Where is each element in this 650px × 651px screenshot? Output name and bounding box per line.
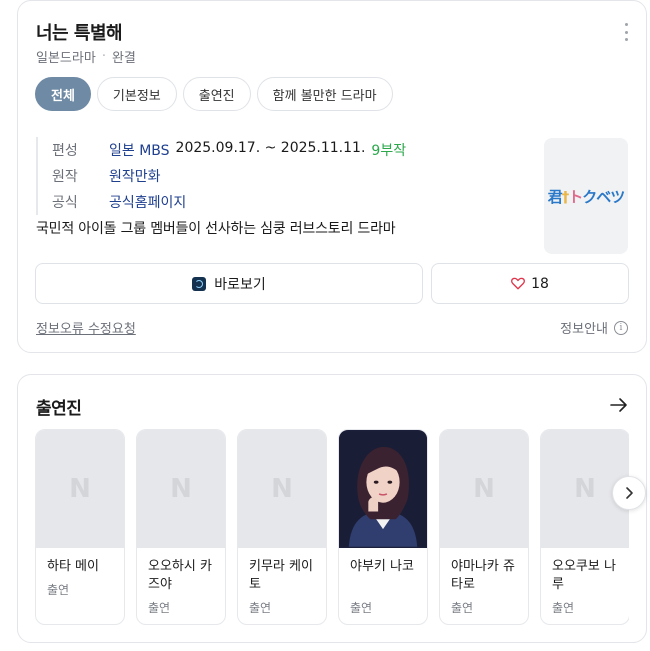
arrow-right-icon[interactable] bbox=[610, 397, 628, 413]
official-homepage-link[interactable]: 공식홈페이지 bbox=[109, 192, 186, 212]
tab-recommended[interactable]: 함께 볼만한 드라마 bbox=[256, 77, 393, 111]
cast-name: 키무라 케이토 bbox=[249, 559, 313, 592]
cast-name: 오오하시 카즈야 bbox=[148, 559, 212, 592]
tab-all[interactable]: 전체 bbox=[35, 77, 91, 111]
like-count: 18 bbox=[531, 275, 549, 292]
meta-original-key: 원작 bbox=[52, 169, 78, 185]
drama-poster[interactable]: 君†トクベツ bbox=[544, 138, 628, 254]
cast-name: 야마나카 쥬타로 bbox=[451, 559, 515, 592]
cast-item[interactable]: N 야마나카 쥬타로 출연 bbox=[439, 429, 529, 625]
cast-photo-placeholder: N bbox=[137, 430, 225, 548]
status-label: 완결 bbox=[111, 51, 136, 66]
meta-broadcast-value: 일본 MBS 2025.09.17. ~ 2025.11.11. 9부작 bbox=[109, 140, 406, 160]
info-guide-label: 정보안내 bbox=[560, 322, 608, 337]
cast-photo bbox=[339, 430, 427, 548]
drama-info-card: 너는 특별해 일본드라마 · 완결 전체 기본정보 출연진 함께 볼만한 드라마… bbox=[17, 0, 647, 353]
more-options-icon[interactable] bbox=[622, 23, 630, 41]
cast-photo-placeholder: N bbox=[440, 430, 528, 548]
cast-item[interactable]: N 키무라 케이토 출연 bbox=[237, 429, 327, 625]
naver-n-icon: N bbox=[271, 474, 293, 504]
drama-subtitle: 일본드라마 · 완결 bbox=[36, 47, 136, 66]
cast-photo-placeholder: N bbox=[36, 430, 124, 548]
tab-basic-info[interactable]: 기본정보 bbox=[96, 77, 177, 111]
carousel-next-button[interactable] bbox=[612, 476, 646, 510]
cast-photo-placeholder: N bbox=[238, 430, 326, 548]
cast-item[interactable]: 야부키 나코 출연 bbox=[338, 429, 428, 625]
watch-now-button[interactable]: 바로보기 bbox=[35, 263, 423, 304]
heart-icon bbox=[511, 277, 526, 290]
cast-card: 출연진 N 하타 메이 출연 N 오오하시 카즈야 출연 N 키무라 케이토 출… bbox=[17, 374, 647, 643]
tab-cast[interactable]: 출연진 bbox=[182, 77, 251, 111]
like-button[interactable]: 18 bbox=[431, 263, 629, 304]
cast-item[interactable]: N 오오쿠보 나루 출연 bbox=[540, 429, 629, 625]
meta-broadcast-row: 편성 일본 MBS 2025.09.17. ~ 2025.11.11. 9부작 bbox=[52, 137, 406, 163]
drama-title[interactable]: 너는 특별해 bbox=[36, 19, 123, 45]
cast-item[interactable]: N 하타 메이 출연 bbox=[35, 429, 125, 625]
cast-name: 오오쿠보 나루 bbox=[552, 559, 616, 592]
naver-n-icon: N bbox=[473, 474, 495, 504]
disney-plus-icon bbox=[192, 276, 207, 291]
synopsis: 국민적 아이돌 그룹 멤버들이 선사하는 심쿵 러브스토리 드라마 bbox=[36, 221, 396, 237]
cast-role: 출연 bbox=[148, 601, 171, 615]
naver-n-icon: N bbox=[574, 474, 596, 504]
report-error-link[interactable]: 정보오류 수정요청 bbox=[36, 318, 136, 337]
broadcast-network-link[interactable]: 일본 MBS bbox=[109, 140, 170, 160]
cast-role: 출연 bbox=[249, 601, 272, 615]
cast-name: 야부키 나코 bbox=[350, 559, 414, 574]
drama-meta: 편성 일본 MBS 2025.09.17. ~ 2025.11.11. 9부작 … bbox=[36, 137, 406, 215]
portrait-image bbox=[339, 431, 427, 547]
cast-role: 출연 bbox=[451, 601, 474, 615]
broadcast-period: 2025.09.17. ~ 2025.11.11. bbox=[175, 140, 366, 156]
naver-n-icon: N bbox=[170, 474, 192, 504]
info-guide[interactable]: 정보안내 i bbox=[560, 318, 628, 337]
meta-original-row: 원작 원작만화 bbox=[52, 163, 406, 189]
original-manga-link[interactable]: 원작만화 bbox=[109, 166, 161, 186]
info-tabs: 전체 기본정보 출연진 함께 볼만한 드라마 bbox=[35, 77, 393, 111]
cast-item[interactable]: N 오오하시 카즈야 출연 bbox=[136, 429, 226, 625]
meta-official-row: 공식 공식홈페이지 bbox=[52, 189, 406, 215]
naver-n-icon: N bbox=[69, 474, 91, 504]
poster-logo: 君†トクベツ bbox=[547, 187, 626, 206]
cast-role: 출연 bbox=[350, 601, 373, 615]
cast-role: 출연 bbox=[47, 583, 70, 597]
cast-name: 하타 메이 bbox=[47, 559, 99, 574]
meta-broadcast-key: 편성 bbox=[52, 143, 78, 159]
separator-dot: · bbox=[101, 49, 106, 64]
episode-count: 9부작 bbox=[371, 143, 407, 159]
cast-section-title[interactable]: 출연진 bbox=[36, 394, 82, 419]
genre-label: 일본드라마 bbox=[36, 51, 96, 66]
info-icon: i bbox=[614, 320, 628, 335]
meta-official-key: 공식 bbox=[52, 195, 78, 211]
cast-role: 출연 bbox=[552, 601, 575, 615]
watch-now-label: 바로보기 bbox=[214, 276, 266, 293]
chevron-right-icon bbox=[626, 487, 633, 499]
cast-list: N 하타 메이 출연 N 오오하시 카즈야 출연 N 키무라 케이토 출연 야부… bbox=[35, 429, 629, 625]
